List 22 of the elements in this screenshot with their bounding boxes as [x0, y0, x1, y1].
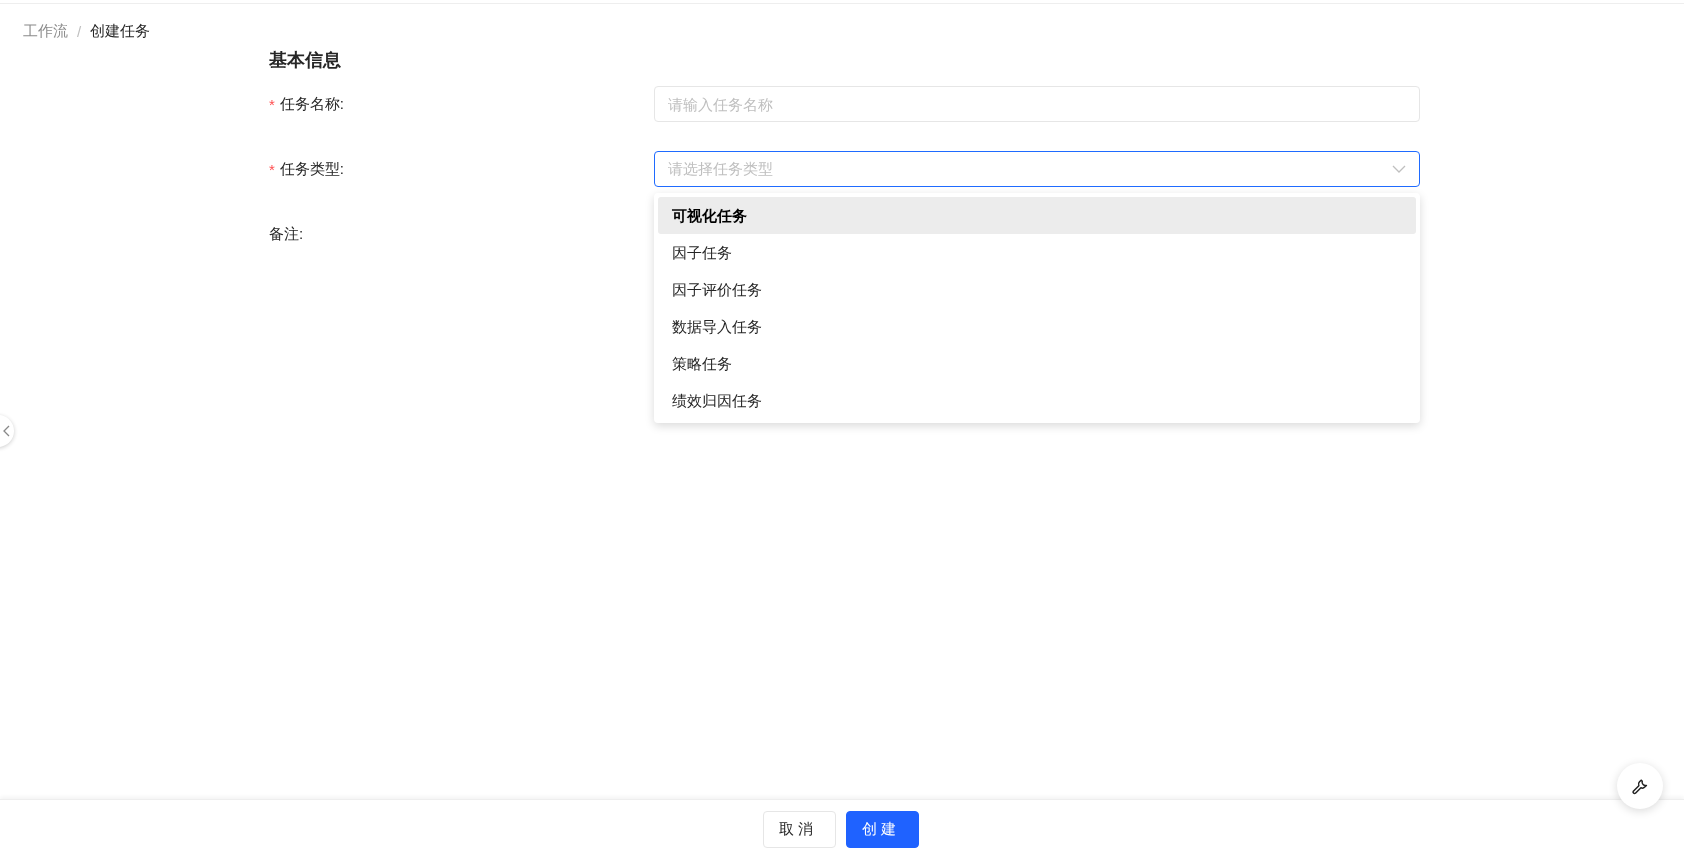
section-title: 基本信息 — [269, 49, 342, 72]
required-mark: * — [269, 160, 275, 178]
chevron-left-icon — [2, 425, 10, 437]
field-label: 备注: — [269, 224, 304, 244]
field-label: 任务类型: — [279, 159, 344, 179]
cancel-button[interactable]: 取消 — [762, 810, 836, 848]
dropdown-option[interactable]: 因子评价任务 — [658, 271, 1416, 308]
breadcrumb-link[interactable]: 工作流 — [23, 21, 68, 41]
task-name-field[interactable]: 请输入任务名称 — [654, 86, 1420, 122]
create-button[interactable]: 创建 — [845, 810, 919, 848]
wrench-icon — [1630, 776, 1650, 796]
breadcrumb-current: 创建任务 — [90, 21, 151, 41]
dropdown-option[interactable]: 绩效归因任务 — [658, 382, 1416, 419]
dropdown-option[interactable]: 数据导入任务 — [658, 308, 1416, 345]
required-mark: * — [269, 95, 275, 113]
dropdown-option[interactable]: 策略任务 — [658, 345, 1416, 382]
dropdown-option[interactable]: 可视化任务 — [658, 197, 1416, 234]
dropdown-option[interactable]: 因子任务 — [658, 234, 1416, 271]
breadcrumb-separator: / — [77, 22, 82, 40]
field-label: 任务名称: — [279, 94, 344, 114]
tool-button[interactable] — [1617, 763, 1663, 809]
chevron-down-icon — [1392, 164, 1406, 174]
